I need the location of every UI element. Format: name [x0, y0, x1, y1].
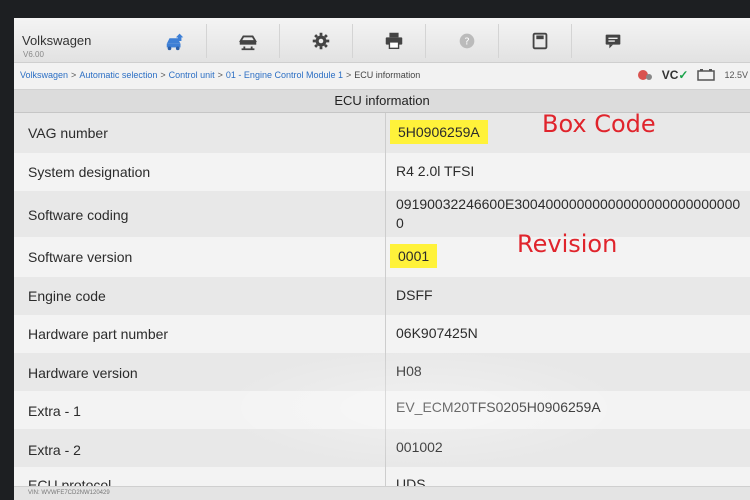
battery-icon: [697, 69, 716, 81]
row-label: VAG number: [28, 125, 108, 141]
gear-icon: [312, 32, 330, 50]
vci-status: VC✓: [662, 68, 689, 82]
breadcrumb-item-module[interactable]: 01 - Engine Control Module 1: [226, 70, 343, 80]
battery-voltage: 12.5V: [724, 70, 748, 80]
breadcrumb-current: ECU information: [354, 70, 421, 80]
box-code-annotation: Box Code: [542, 110, 656, 138]
table-row: Hardware version H08: [14, 353, 750, 392]
row-value: H08: [396, 363, 422, 379]
breadcrumb-item-make[interactable]: Volkswagen: [20, 70, 68, 80]
table-row: Hardware part number 06K907425N: [14, 315, 750, 354]
row-label: Extra - 2: [28, 442, 81, 458]
software-version-value: 0001: [390, 244, 438, 268]
print-button[interactable]: [363, 24, 426, 58]
table-row: Software coding 09190032246600E300400000…: [14, 191, 750, 238]
message-button[interactable]: [582, 24, 644, 58]
settings-button[interactable]: [290, 24, 353, 58]
header-toolbar: Volkswagen V6.00 ?: [14, 18, 750, 63]
vci-connected-icon: ✓: [678, 68, 689, 82]
row-label: Hardware version: [28, 365, 138, 381]
app-title: Volkswagen: [22, 33, 92, 48]
app-version: V6.00: [23, 50, 44, 59]
printer-icon: [385, 32, 403, 50]
breadcrumb-item-control-unit[interactable]: Control unit: [169, 70, 215, 80]
table-row: Extra - 1 EV_ECM20TFS0205H0906259A: [14, 391, 750, 430]
vin-text: VIN: WVWFE7CD2NW120429: [28, 490, 110, 496]
row-value: 001002: [396, 439, 443, 455]
help-button[interactable]: ?: [436, 24, 499, 58]
breadcrumb-item-selection[interactable]: Automatic selection: [79, 70, 157, 80]
vehicle-button[interactable]: [217, 24, 280, 58]
car-lift-icon: [239, 35, 257, 51]
save-icon: [532, 32, 548, 50]
table-row: Extra - 2 001002: [14, 429, 750, 468]
row-label: Software coding: [28, 207, 129, 223]
app-screen: Volkswagen V6.00 ? Volkswagen > Automatic …: [14, 18, 750, 500]
row-value: DSFF: [396, 287, 433, 303]
row-label: Extra - 1: [28, 403, 81, 419]
row-value: EV_ECM20TFS0205H0906259A: [396, 399, 601, 415]
row-label: Engine code: [28, 288, 106, 304]
help-icon: ?: [459, 33, 475, 49]
row-value: R4 2.0l TFSI: [396, 163, 475, 179]
svg-text:?: ?: [464, 37, 469, 48]
status-footer: VIN: WVWFE7CD2NW120429: [14, 486, 750, 500]
record-icon: [637, 68, 653, 82]
save-button[interactable]: [509, 24, 572, 58]
revision-annotation: Revision: [517, 230, 618, 258]
table-row: Engine code DSFF: [14, 277, 750, 316]
message-icon: [605, 34, 621, 49]
row-value: 09190032246600E3004000000000000000000000…: [396, 196, 741, 231]
vag-number-value: 5H0906259A: [390, 120, 488, 144]
vci-label: VC: [661, 68, 679, 82]
table-row: System designation R4 2.0l TFSI: [14, 153, 750, 192]
home-button[interactable]: [144, 24, 207, 58]
breadcrumb: Volkswagen > Automatic selection > Control u…: [20, 70, 421, 80]
row-value: 06K907425N: [396, 325, 478, 341]
car-home-icon: [166, 33, 184, 51]
table-row: Software version 0001: [14, 237, 750, 278]
breadcrumb-bar: Volkswagen > Automatic selection > Control u…: [14, 63, 750, 90]
row-label: Hardware part number: [28, 326, 169, 342]
row-label: System designation: [28, 164, 151, 180]
status-area: VC✓ 12.5V: [637, 68, 748, 82]
row-label: Software version: [28, 249, 133, 265]
